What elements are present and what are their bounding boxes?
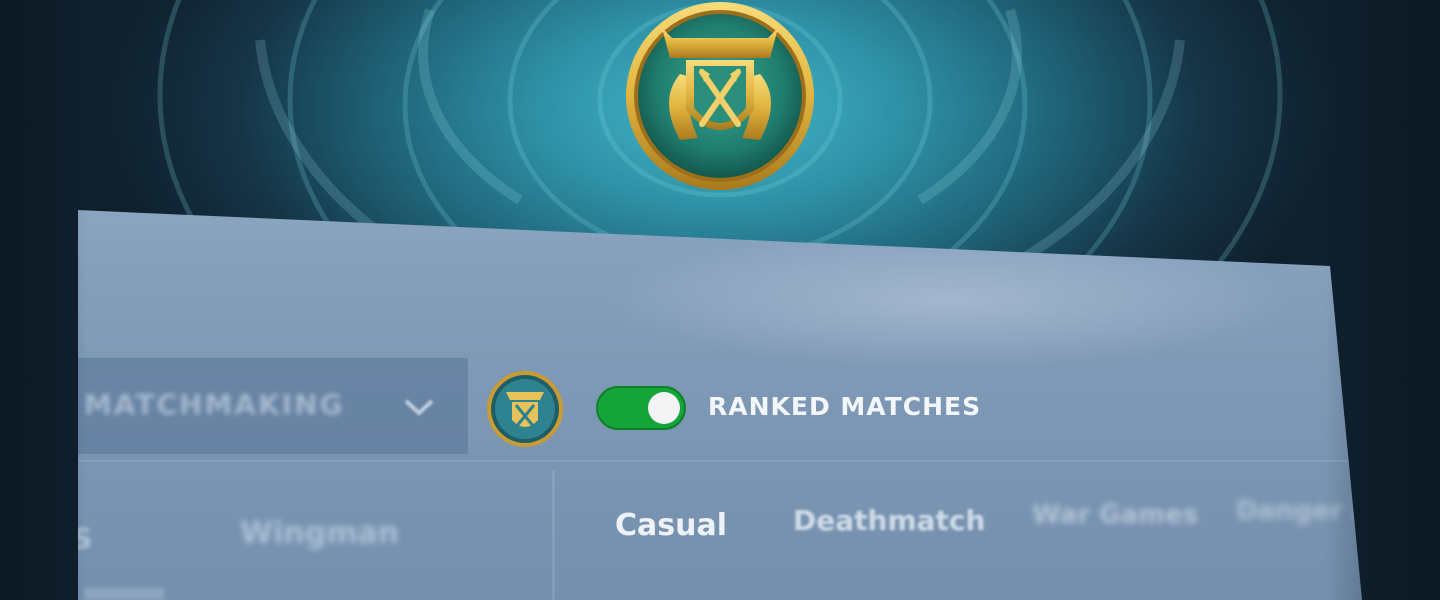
ranked-matches-label: RANKED MATCHES (708, 392, 982, 421)
tab-wingman[interactable]: Wingman (240, 516, 399, 551)
rank-emblem-icon (626, 2, 814, 190)
divider (78, 460, 1358, 462)
ranked-matches-toggle[interactable] (596, 386, 686, 430)
dropdown-value: MATCHMAKING (84, 388, 345, 421)
content-stub (84, 588, 164, 600)
toggle-knob (648, 392, 680, 424)
rank-badge-icon (487, 371, 563, 447)
chevron-down-icon[interactable] (402, 396, 436, 418)
tab-casual[interactable]: Casual (615, 508, 727, 543)
tab-war-games[interactable]: War Games (1032, 500, 1198, 530)
divider (552, 470, 555, 600)
tab-deathmatch[interactable]: Deathmatch (793, 504, 985, 537)
